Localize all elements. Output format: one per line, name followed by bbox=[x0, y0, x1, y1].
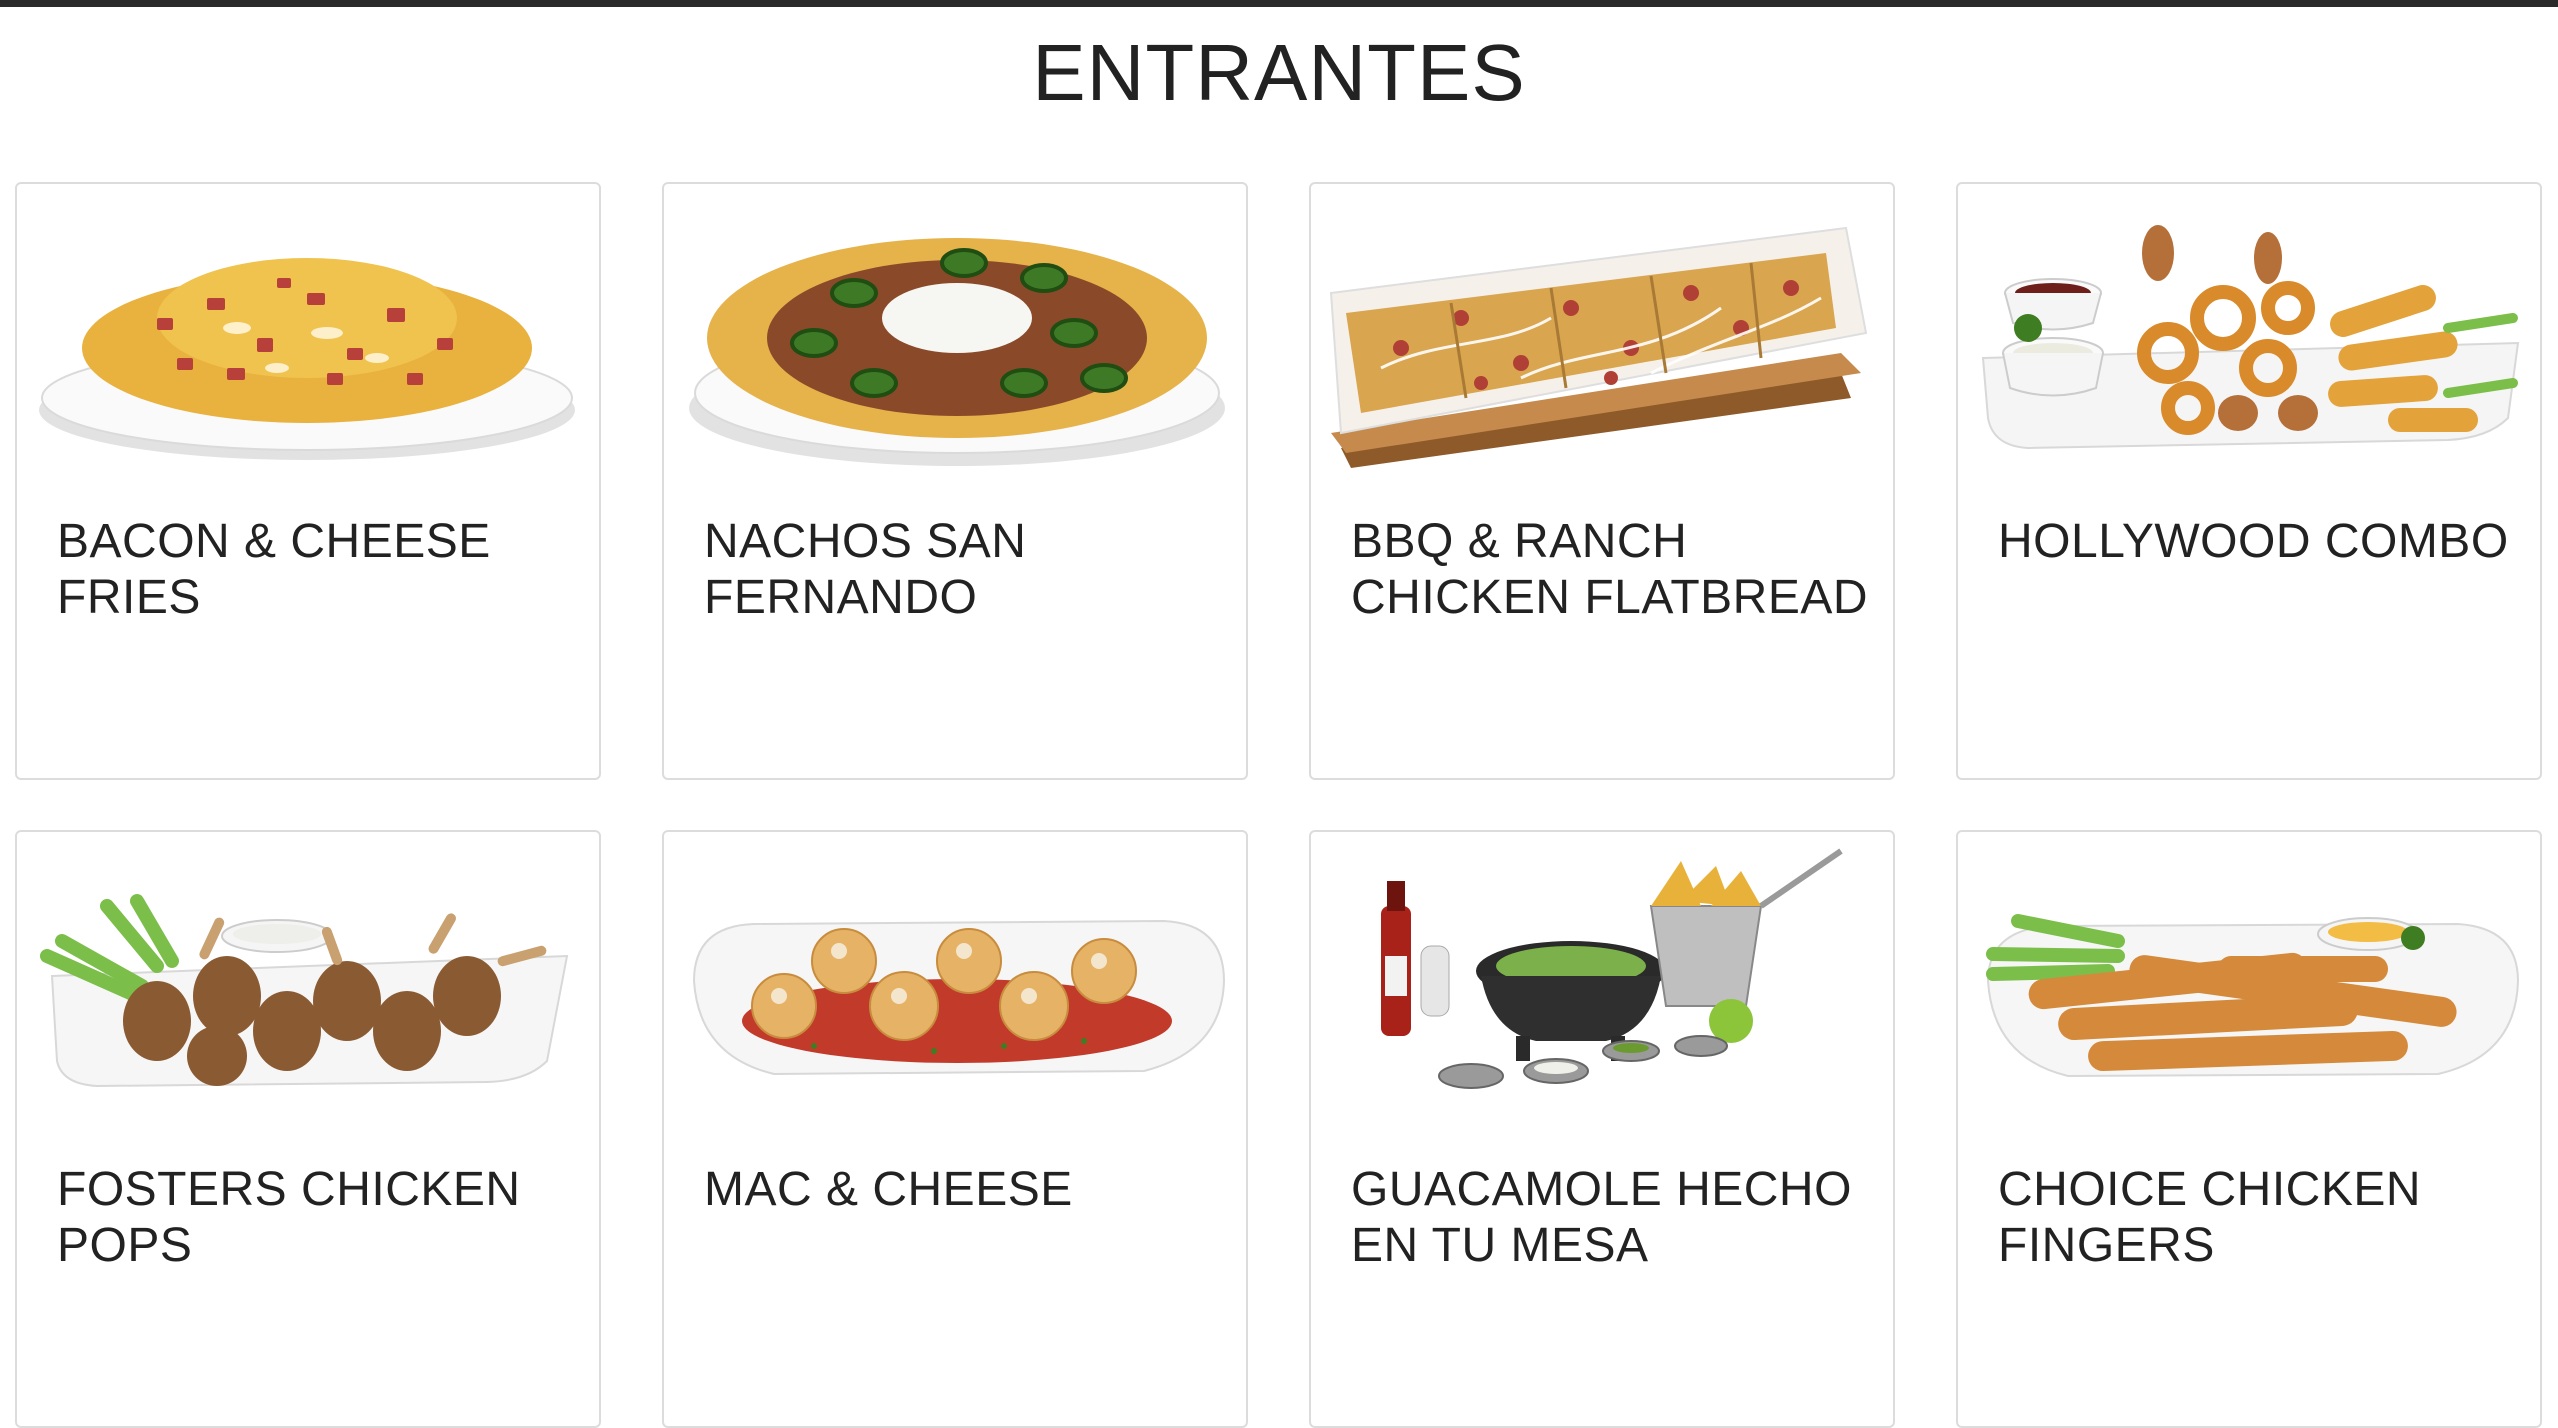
dish-image-mac-cheese bbox=[674, 846, 1240, 1116]
menu-card-hollywood-combo[interactable]: HOLLYWOOD COMBO bbox=[1956, 182, 2542, 780]
dish-image-combo bbox=[1968, 198, 2534, 468]
menu-card-title: CHOICE CHICKEN FINGERS bbox=[1998, 1163, 2422, 1272]
dish-image-guacamole bbox=[1321, 846, 1887, 1116]
menu-card-title: GUACAMOLE HECHO EN TU MESA bbox=[1351, 1163, 1852, 1272]
dish-image-flatbread bbox=[1321, 198, 1887, 468]
menu-card-title: BBQ & RANCH CHICKEN FLATBREAD bbox=[1351, 515, 1869, 624]
menu-card-mac-cheese[interactable]: MAC & CHEESE bbox=[662, 830, 1248, 1428]
dish-image-nachos bbox=[674, 198, 1240, 468]
menu-card-title: NACHOS SAN FERNANDO bbox=[704, 515, 1027, 624]
menu-card-guacamole[interactable]: GUACAMOLE HECHO EN TU MESA bbox=[1309, 830, 1895, 1428]
menu-card-choice-chicken-fingers[interactable]: CHOICE CHICKEN FINGERS bbox=[1956, 830, 2542, 1428]
menu-card-title: BACON & CHEESE FRIES bbox=[57, 515, 491, 624]
menu-card-bbq-ranch-flatbread[interactable]: BBQ & RANCH CHICKEN FLATBREAD bbox=[1309, 182, 1895, 780]
menu-card-bacon-cheese-fries[interactable]: BACON & CHEESE FRIES bbox=[15, 182, 601, 780]
dish-image-chicken-pops bbox=[27, 846, 593, 1116]
menu-card-title: FOSTERS CHICKEN POPS bbox=[57, 1163, 521, 1272]
menu-card-title: MAC & CHEESE bbox=[704, 1163, 1073, 1216]
dish-image-bacon-cheese-fries bbox=[27, 198, 593, 468]
section-title: ENTRANTES bbox=[1032, 28, 1526, 117]
top-bar bbox=[0, 0, 2558, 7]
menu-grid: BACON & CHEESE FRIES NACHOS SAN FERNANDO… bbox=[15, 182, 2543, 1428]
menu-card-fosters-chicken-pops[interactable]: FOSTERS CHICKEN POPS bbox=[15, 830, 601, 1428]
menu-card-title: HOLLYWOOD COMBO bbox=[1998, 515, 2509, 568]
menu-card-nachos-san-fernando[interactable]: NACHOS SAN FERNANDO bbox=[662, 182, 1248, 780]
dish-image-chicken-fingers bbox=[1968, 846, 2534, 1116]
